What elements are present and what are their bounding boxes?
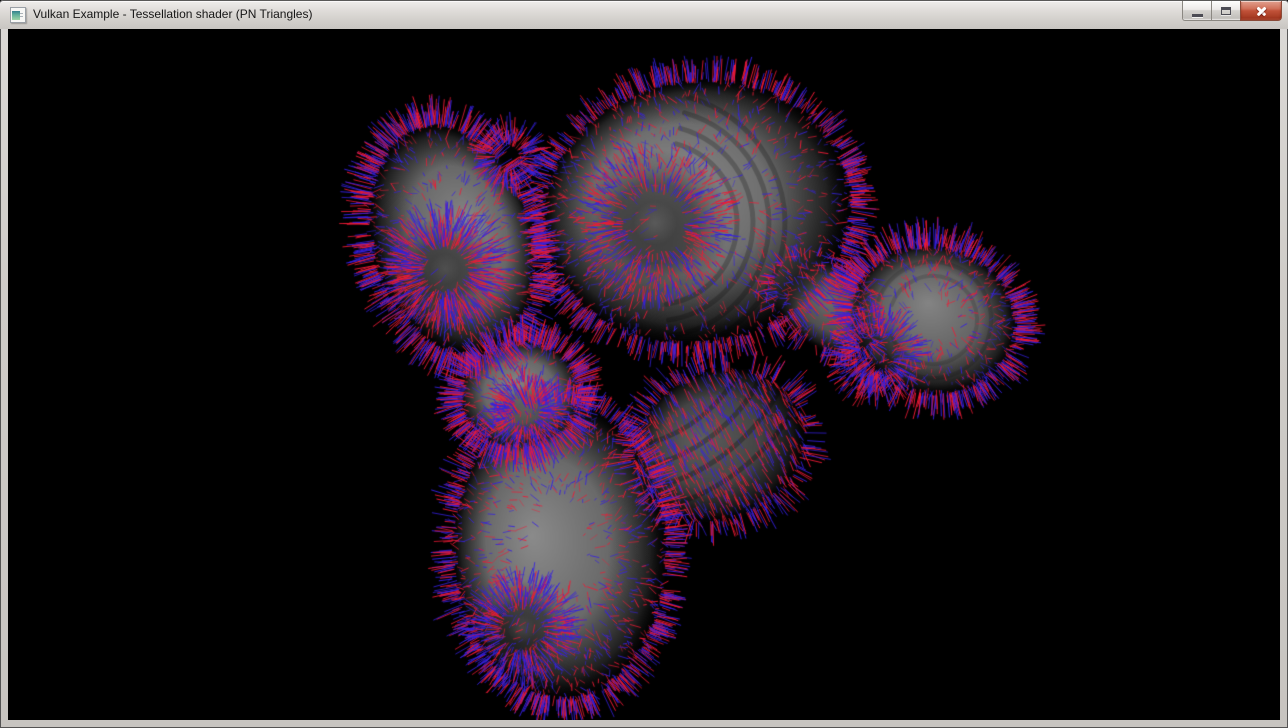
maximize-button[interactable] [1211,1,1241,21]
window-title: Vulkan Example - Tessellation shader (PN… [33,0,312,29]
minimize-icon [1192,14,1203,17]
titlebar[interactable]: Vulkan Example - Tessellation shader (PN… [0,0,1288,29]
window-controls [1182,1,1282,21]
render-viewport [8,29,1280,720]
close-button[interactable] [1240,1,1282,21]
app-icon [10,7,26,23]
render-canvas[interactable] [8,29,1280,720]
app-window: Vulkan Example - Tessellation shader (PN… [0,0,1288,728]
minimize-button[interactable] [1182,1,1212,21]
close-icon [1255,4,1268,17]
maximize-icon [1221,7,1231,15]
